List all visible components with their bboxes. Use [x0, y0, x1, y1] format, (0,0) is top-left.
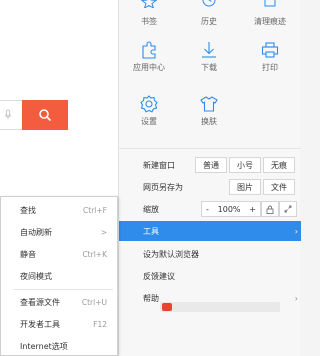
search-icon: [39, 109, 52, 122]
tools-submenu: 查找 Ctrl+F 自动刷新 > 静音 Ctrl+K 夜间模式 查看源文件 Ct…: [0, 196, 118, 356]
download-button[interactable]: 下载: [179, 40, 239, 88]
trash-icon: [264, 0, 276, 7]
new-window-normal-button[interactable]: 普通: [195, 157, 227, 173]
print-label: 打印: [262, 63, 278, 72]
save-as-image-button[interactable]: 图片: [229, 179, 261, 195]
view-source-shortcut: Ctrl+U: [81, 297, 107, 307]
find-label: 查找: [20, 205, 36, 215]
feedback-label: 反馈建议: [143, 271, 175, 281]
app-center-button[interactable]: 应用中心: [119, 40, 179, 88]
dev-tools-item[interactable]: 开发者工具 F12: [1, 313, 117, 335]
mute-item[interactable]: 静音 Ctrl+K: [1, 243, 117, 265]
skin-button[interactable]: 换肤: [179, 94, 239, 142]
history-label: 历史: [201, 17, 217, 26]
zoom-label: 缩放: [143, 204, 159, 214]
chevron-right-icon: ›: [294, 293, 298, 303]
view-source-label: 查看源文件: [20, 297, 60, 307]
fullscreen-icon: [284, 205, 292, 213]
printer-icon: [261, 42, 279, 58]
search-button[interactable]: [22, 100, 68, 130]
shirt-icon: [200, 96, 218, 112]
night-mode-item[interactable]: 夜间模式: [1, 265, 117, 287]
zoom-in-button[interactable]: +: [249, 205, 256, 214]
history-button[interactable]: 历史: [179, 0, 239, 30]
auto-refresh-item[interactable]: 自动刷新 >: [1, 221, 117, 243]
fullscreen-button[interactable]: [279, 201, 297, 217]
new-window-label: 新建窗口: [143, 160, 175, 170]
gear-icon: [140, 95, 158, 113]
chevron-right-icon: ›: [294, 226, 298, 236]
bookmarks-button[interactable]: 书签: [119, 0, 179, 30]
auto-refresh-label: 自动刷新: [20, 227, 52, 237]
mute-shortcut: Ctrl+K: [82, 249, 107, 259]
print-button[interactable]: 打印: [239, 40, 301, 88]
brand-mark: [162, 303, 172, 311]
internet-options-label: Internet选项: [20, 341, 68, 351]
download-icon: [202, 42, 216, 58]
settings-button[interactable]: 设置: [119, 94, 179, 142]
view-source-item[interactable]: 查看源文件 Ctrl+U: [1, 291, 117, 313]
find-shortcut: Ctrl+F: [83, 205, 107, 215]
new-window-row: 新建窗口 普通 小号 无痕: [119, 155, 301, 175]
zoom-row: 缩放 - 100% +: [119, 199, 301, 219]
search-input[interactable]: [0, 100, 22, 130]
watermark-strip: [160, 302, 280, 312]
divider: [119, 148, 301, 149]
zoom-value: 100%: [217, 204, 241, 214]
clear-traces-label: 清理痕迹: [254, 17, 286, 26]
dev-tools-shortcut: F12: [93, 319, 107, 329]
save-as-label: 网页另存为: [143, 182, 183, 192]
dev-tools-label: 开发者工具: [20, 319, 60, 329]
new-window-incognito-button[interactable]: 无痕: [263, 157, 295, 173]
bookmarks-label: 书签: [141, 17, 157, 26]
zoom-lock-button[interactable]: [261, 201, 279, 217]
night-mode-label: 夜间模式: [20, 271, 52, 281]
save-as-file-button[interactable]: 文件: [263, 179, 295, 195]
divider: [13, 289, 113, 290]
star-icon: [141, 0, 157, 8]
app-center-label: 应用中心: [133, 63, 165, 72]
microphone-icon[interactable]: [4, 109, 12, 121]
puzzle-icon: [142, 41, 156, 59]
zoom-out-button[interactable]: -: [206, 205, 209, 214]
download-label: 下载: [201, 63, 217, 72]
save-as-row: 网页另存为 图片 文件: [119, 177, 301, 197]
new-window-small-button[interactable]: 小号: [229, 157, 261, 173]
mute-label: 静音: [20, 249, 36, 259]
feedback-item[interactable]: 反馈建议: [119, 266, 301, 286]
internet-options-item[interactable]: Internet选项: [1, 335, 117, 356]
help-label: 帮助: [143, 293, 159, 303]
tools-menu-item[interactable]: 工具 ›: [119, 221, 301, 241]
lock-icon: [266, 205, 274, 214]
clock-icon: [202, 0, 216, 7]
skin-label: 换肤: [201, 117, 217, 126]
set-default-browser-item[interactable]: 设为默认浏览器: [119, 244, 301, 264]
settings-label: 设置: [141, 117, 157, 126]
clear-traces-button[interactable]: 清理痕迹: [239, 0, 301, 30]
chevron-right-icon: >: [100, 227, 107, 237]
tools-label: 工具: [143, 226, 159, 236]
find-item[interactable]: 查找 Ctrl+F: [1, 199, 117, 221]
set-default-browser-label: 设为默认浏览器: [143, 249, 199, 259]
zoom-control: - 100% +: [201, 201, 261, 217]
